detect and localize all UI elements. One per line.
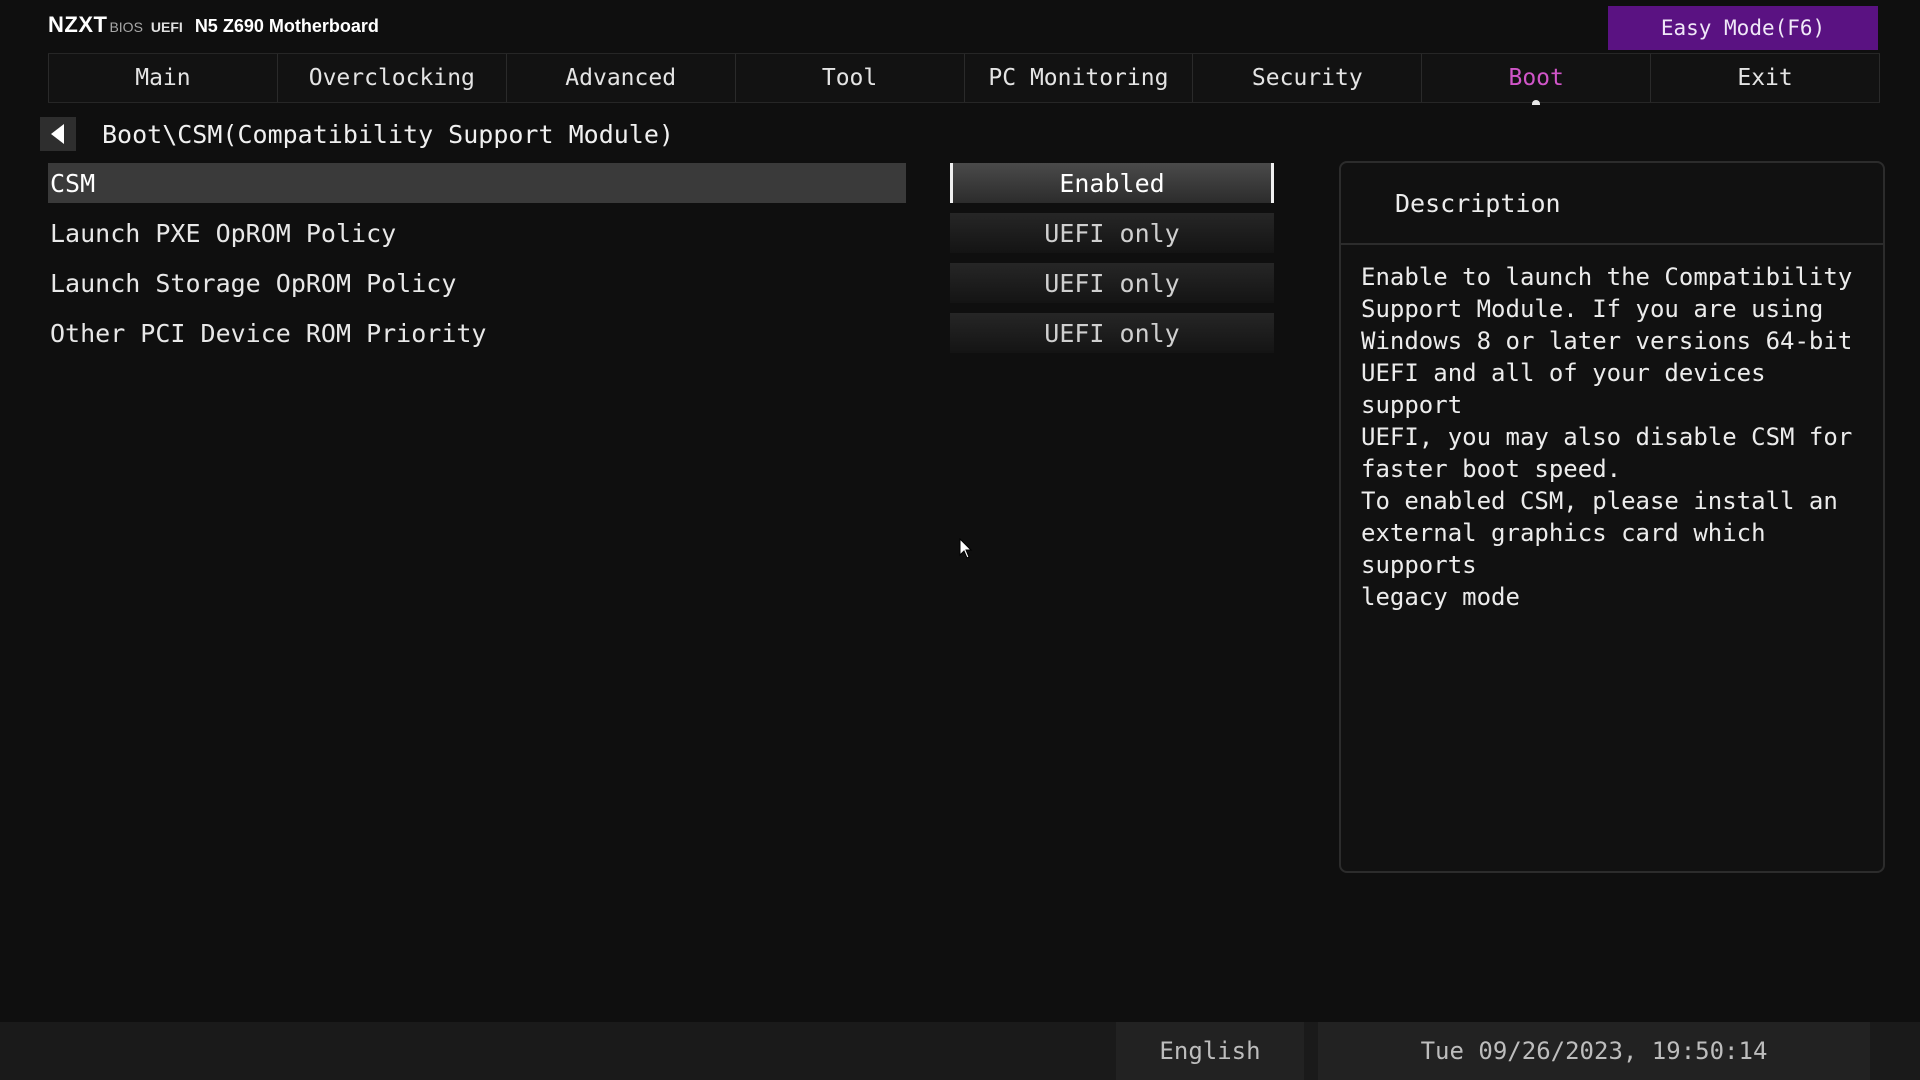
description-title: Description [1341,163,1883,245]
description-panel: Description Enable to launch the Compati… [1339,161,1885,873]
mouse-cursor-icon [959,538,973,559]
tab-boot[interactable]: Boot [1421,54,1651,105]
setting-row-launch-storage-oprom-policy[interactable]: Launch Storage OpROM Policy UEFI only [48,263,1278,313]
setting-value-button[interactable]: UEFI only [950,263,1274,303]
setting-row-csm[interactable]: CSM Enabled [48,163,1278,213]
tab-exit[interactable]: Exit [1650,54,1880,102]
main-tabs: Main Overclocking Advanced Tool PC Monit… [48,53,1880,105]
setting-value-button[interactable]: UEFI only [950,313,1274,353]
breadcrumb: Boot\CSM(Compatibility Support Module) [40,116,674,152]
settings-list: CSM Enabled Launch PXE OpROM Policy UEFI… [48,163,1278,363]
setting-value-button[interactable]: UEFI only [950,213,1274,253]
setting-row-launch-pxe-oprom-policy[interactable]: Launch PXE OpROM Policy UEFI only [48,213,1278,263]
language-button[interactable]: English [1116,1022,1304,1080]
motherboard-model: N5 Z690 Motherboard [194,16,379,36]
brand-uefi-label: UEFI [150,19,183,35]
brand-logo: NZXT [48,12,108,37]
easy-mode-button[interactable]: Easy Mode(F6) [1608,6,1878,50]
triangle-left-icon [51,124,64,144]
tab-advanced[interactable]: Advanced [505,54,735,102]
brand: NZXT BIOS UEFI N5 Z690 Motherboard [48,12,379,38]
datetime-display: Tue 09/26/2023, 19:50:14 [1318,1022,1870,1080]
setting-label[interactable]: Other PCI Device ROM Priority [48,313,906,353]
brand-bios-label: BIOS [109,19,143,35]
setting-label[interactable]: CSM [48,163,906,203]
setting-label[interactable]: Launch PXE OpROM Policy [48,213,906,253]
tab-pc-monitoring[interactable]: PC Monitoring [963,54,1193,102]
tab-overclocking[interactable]: Overclocking [276,54,506,102]
header: NZXT BIOS UEFI N5 Z690 Motherboard Easy … [0,0,1920,52]
tab-security[interactable]: Security [1192,54,1422,102]
breadcrumb-path: Boot\CSM(Compatibility Support Module) [102,119,674,149]
footer: English Tue 09/26/2023, 19:50:14 [0,1022,1920,1080]
tab-tool[interactable]: Tool [734,54,964,102]
description-text: Enable to launch the Compatibility Suppo… [1361,263,1853,611]
bios-window: NZXT BIOS UEFI N5 Z690 Motherboard Easy … [0,0,1920,1080]
back-button[interactable] [40,117,76,151]
setting-row-other-pci-device-rom-priority[interactable]: Other PCI Device ROM Priority UEFI only [48,313,1278,363]
tab-main[interactable]: Main [48,54,277,102]
setting-label[interactable]: Launch Storage OpROM Policy [48,263,906,303]
setting-value-button[interactable]: Enabled [950,163,1274,203]
